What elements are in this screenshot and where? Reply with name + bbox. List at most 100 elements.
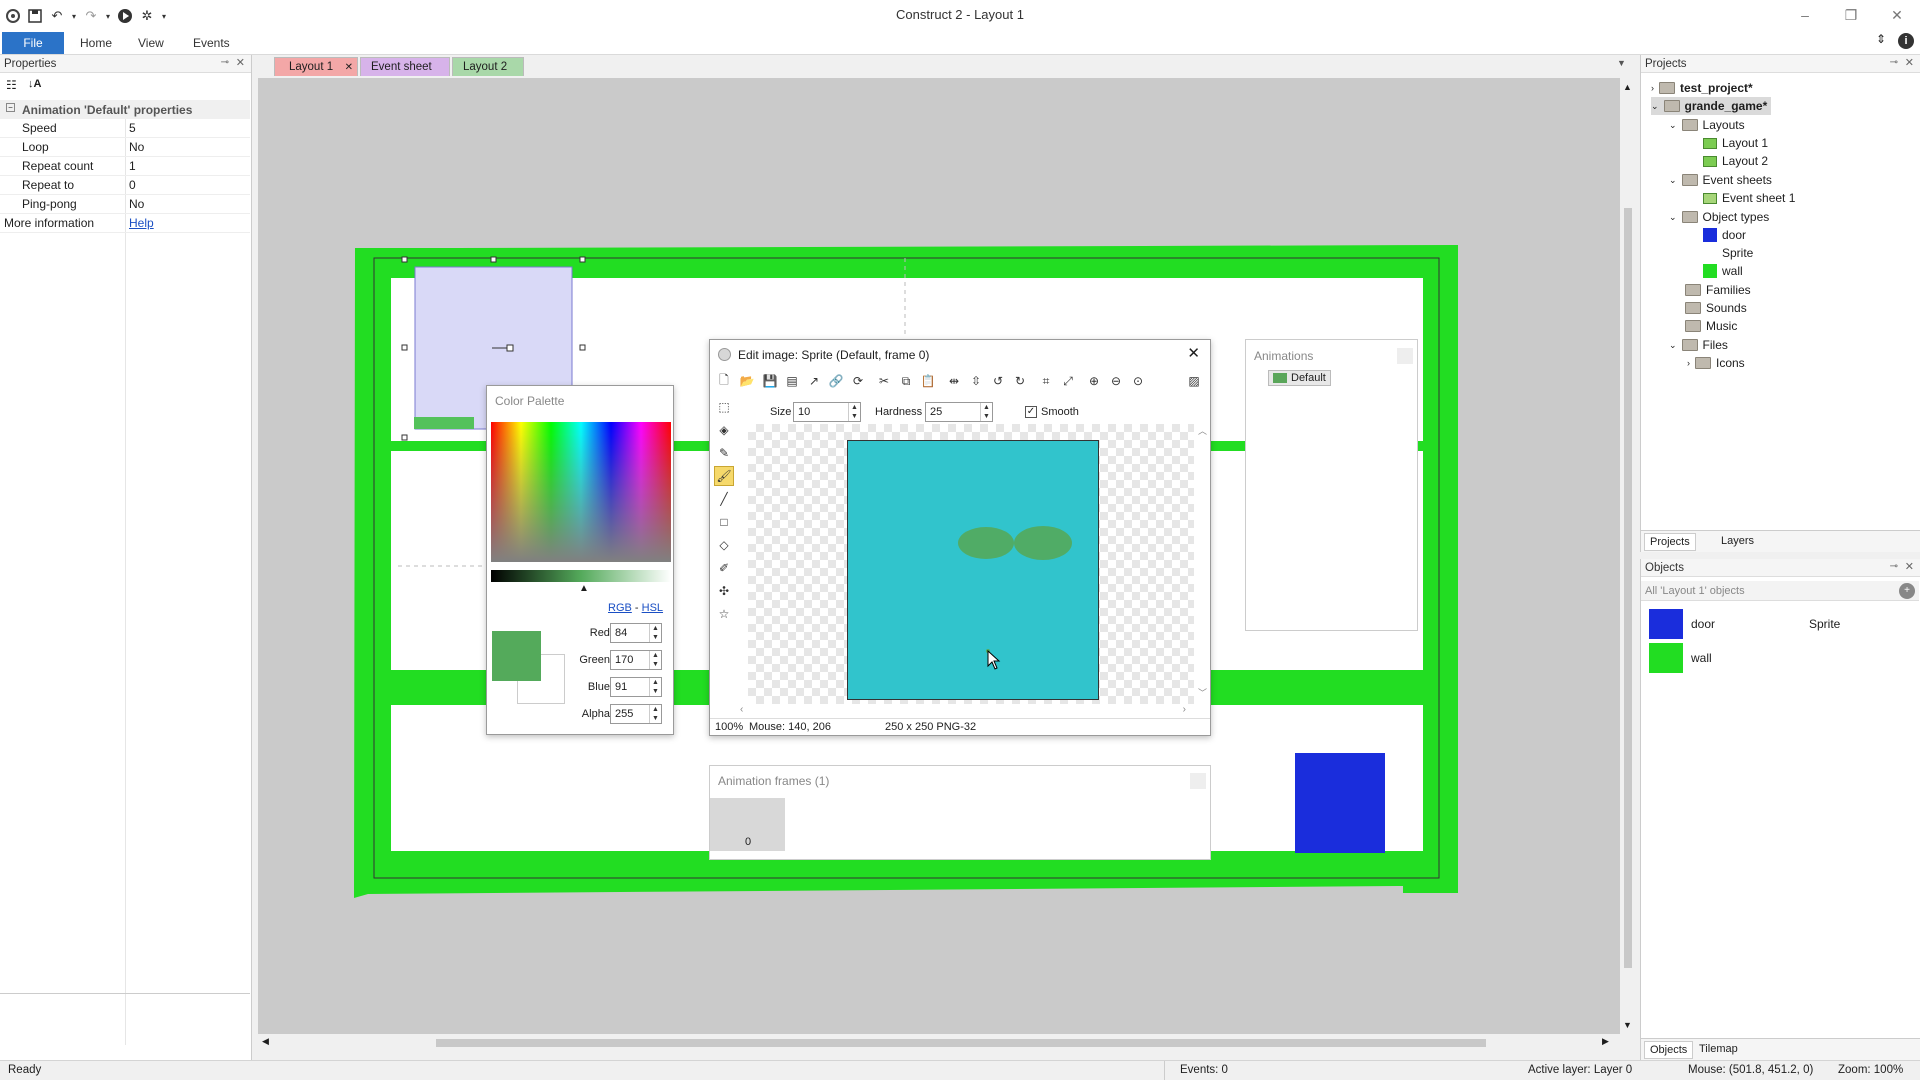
mirror-icon[interactable]: ⇹	[944, 371, 964, 391]
horizontal-scroll-thumb[interactable]	[436, 1039, 1486, 1047]
flip-icon[interactable]: ⇳	[966, 371, 986, 391]
luminance-marker-icon[interactable]: ▲	[579, 583, 589, 594]
objects-pin-icon[interactable]: ⊸	[1890, 561, 1898, 572]
eraser-icon[interactable]: ◈	[714, 420, 734, 440]
object-wall-thumb[interactable]	[1649, 643, 1683, 673]
edit-externally-icon[interactable]: ↗	[804, 371, 824, 391]
ribbon-tab-home[interactable]: Home	[66, 32, 126, 54]
property-row-repeat-to[interactable]: Repeat to 0	[0, 176, 250, 195]
tree-sounds[interactable]: Sounds	[1685, 299, 1747, 317]
pin-icon[interactable]: ⊸	[221, 57, 229, 68]
projects-close-icon[interactable]: ✕	[1905, 56, 1914, 69]
green-field[interactable]: 170 ▲ ▼	[610, 650, 662, 670]
link-icon[interactable]: 🔗	[826, 371, 846, 391]
rotate-ccw-icon[interactable]: ↺	[988, 371, 1008, 391]
scroll-left-icon[interactable]: ◀	[262, 1036, 269, 1047]
close-window-icon[interactable]: ✕	[1874, 0, 1920, 30]
expand-icon[interactable]: ›	[1651, 79, 1654, 97]
maximize-icon[interactable]: ❐	[1828, 0, 1874, 30]
close-dialog-icon[interactable]: ✕	[1187, 344, 1200, 362]
image-canvas[interactable]	[847, 440, 1099, 700]
tab-event-sheet-1[interactable]: Event sheet 1	[360, 57, 450, 92]
close-panel-icon[interactable]: ✕	[236, 56, 245, 69]
canvas-scroll-right-icon[interactable]: ›	[1183, 704, 1186, 715]
rgb-link[interactable]: RGB	[608, 602, 632, 614]
object-wall-label[interactable]: wall	[1691, 651, 1712, 665]
collapse-icon[interactable]: ⌄	[1669, 116, 1677, 134]
red-field[interactable]: 84 ▲ ▼	[610, 623, 662, 643]
brush-icon[interactable]: 🖌	[714, 466, 734, 486]
property-row-ping-pong[interactable]: Ping-pong No	[0, 195, 250, 214]
scroll-right-icon[interactable]: ▶	[1602, 1036, 1609, 1047]
info-icon[interactable]: i	[1898, 33, 1914, 49]
hardness-field[interactable]: 25 ▲ ▼	[925, 402, 993, 422]
canvas-horizontal-scrollbar[interactable]: ‹ ›	[740, 704, 1196, 718]
property-value[interactable]: No	[129, 138, 144, 157]
rectangle-select-icon[interactable]: ⬚	[714, 397, 734, 417]
canvas-vertical-scrollbar[interactable]: ︿ ﹀	[1196, 424, 1210, 704]
tree-grande-game[interactable]: ⌄ grande_game*	[1651, 97, 1772, 115]
hsl-link[interactable]: HSL	[642, 602, 663, 614]
tree-layouts[interactable]: ⌄ Layouts	[1669, 116, 1745, 134]
smooth-checkbox[interactable]: ✓	[1025, 406, 1037, 418]
property-value[interactable]: 0	[129, 176, 136, 195]
zoom-fit-icon[interactable]: ⊙	[1128, 371, 1148, 391]
ribbon-collapse-icon[interactable]: ⇕	[1876, 32, 1886, 46]
tab-objects[interactable]: Objects	[1644, 1041, 1694, 1059]
object-door-label[interactable]: door	[1691, 617, 1715, 631]
object-door-thumb[interactable]	[1649, 609, 1683, 639]
fill-icon[interactable]: ◇	[714, 535, 734, 555]
size-spinner-icon[interactable]: ▲ ▼	[848, 403, 860, 421]
crop-icon[interactable]: ⌗	[1036, 371, 1056, 391]
sort-alpha-icon[interactable]: ↓A	[28, 78, 41, 90]
tree-files[interactable]: ⌄ Files	[1669, 336, 1728, 354]
new-image-icon[interactable]: 🗋	[714, 371, 734, 391]
tab-layout-2[interactable]: Layout 2	[452, 57, 524, 76]
current-color-swatch[interactable]	[492, 631, 541, 681]
help-link[interactable]: Help	[129, 214, 154, 233]
alpha-field[interactable]: 255 ▲ ▼	[610, 704, 662, 724]
animation-item-default[interactable]: Default	[1268, 370, 1331, 386]
tab-tilemap[interactable]: Tilemap	[1699, 1043, 1738, 1055]
color-picker-window-icon[interactable]: ▨	[1184, 371, 1204, 391]
hardness-spinner-icon[interactable]: ▲ ▼	[980, 403, 992, 421]
blue-spinner-icon[interactable]: ▲ ▼	[649, 678, 661, 696]
scroll-up-icon[interactable]: ▲	[1623, 82, 1632, 92]
tree-event-sheets[interactable]: ⌄ Event sheets	[1669, 171, 1772, 189]
collapse-icon[interactable]: ⌄	[1669, 336, 1677, 354]
red-spinner-icon[interactable]: ▲ ▼	[649, 624, 661, 642]
categorized-icon[interactable]: ☷	[6, 78, 17, 92]
canvas-scroll-down-icon[interactable]: ﹀	[1198, 686, 1207, 699]
tree-door[interactable]: door	[1703, 226, 1746, 244]
luminance-slider[interactable]	[491, 570, 671, 582]
tab-layout-1[interactable]: Layout 1 ✕	[274, 57, 358, 76]
horizontal-scrollbar[interactable]: ◀ ▶	[258, 1034, 1620, 1052]
tree-families[interactable]: Families	[1685, 281, 1751, 299]
tree-icons[interactable]: › Icons	[1687, 354, 1745, 372]
collapse-icon[interactable]: ⌄	[1669, 171, 1677, 189]
close-tab-icon[interactable]: ✕	[345, 58, 353, 77]
animations-close-icon[interactable]	[1397, 348, 1413, 364]
rectangle-icon[interactable]: □	[714, 512, 734, 532]
zoom-out-icon[interactable]: ⊖	[1106, 371, 1126, 391]
object-sprite-label[interactable]: Sprite	[1809, 617, 1840, 631]
alpha-spinner-icon[interactable]: ▲ ▼	[649, 705, 661, 723]
property-value[interactable]: No	[129, 195, 144, 214]
tree-sprite[interactable]: Sprite	[1703, 244, 1753, 262]
tree-test-project[interactable]: › test_project*	[1651, 79, 1753, 97]
collision-polygon-icon[interactable]: ☆	[714, 604, 734, 624]
tree-event-sheet-1[interactable]: Event sheet 1	[1703, 189, 1795, 207]
ribbon-tab-events[interactable]: Events	[179, 32, 244, 54]
canvas-scroll-left-icon[interactable]: ‹	[740, 704, 743, 715]
copy-icon[interactable]: ⧉	[896, 371, 916, 391]
refresh-icon[interactable]: ⟳	[848, 371, 868, 391]
property-row-repeat-count[interactable]: Repeat count 1	[0, 157, 250, 176]
expand-icon[interactable]: ›	[1687, 354, 1690, 372]
pencil-icon[interactable]: ✎	[714, 443, 734, 463]
animation-frames-close-icon[interactable]	[1190, 773, 1206, 789]
size-field[interactable]: 10 ▲ ▼	[793, 402, 861, 422]
objects-filter-bar[interactable]: All 'Layout 1' objects +	[1641, 581, 1919, 601]
green-spinner-icon[interactable]: ▲ ▼	[649, 651, 661, 669]
canvas-scroll-up-icon[interactable]: ︿	[1198, 424, 1207, 437]
ribbon-tab-view[interactable]: View	[124, 32, 178, 54]
